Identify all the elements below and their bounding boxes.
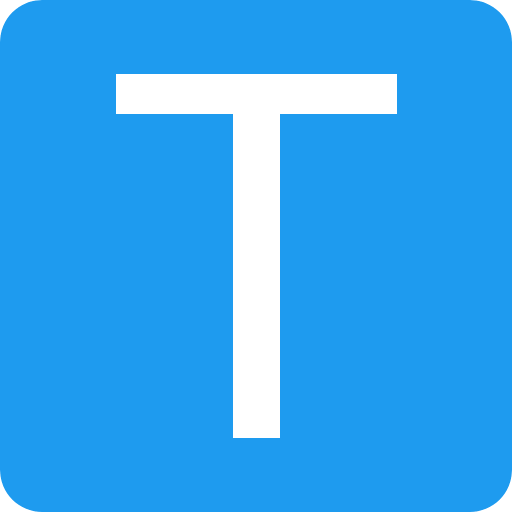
letter-t-icon: T	[0, 0, 512, 512]
letter-t-stem	[233, 74, 280, 438]
app-icon-tile: T	[0, 0, 512, 512]
